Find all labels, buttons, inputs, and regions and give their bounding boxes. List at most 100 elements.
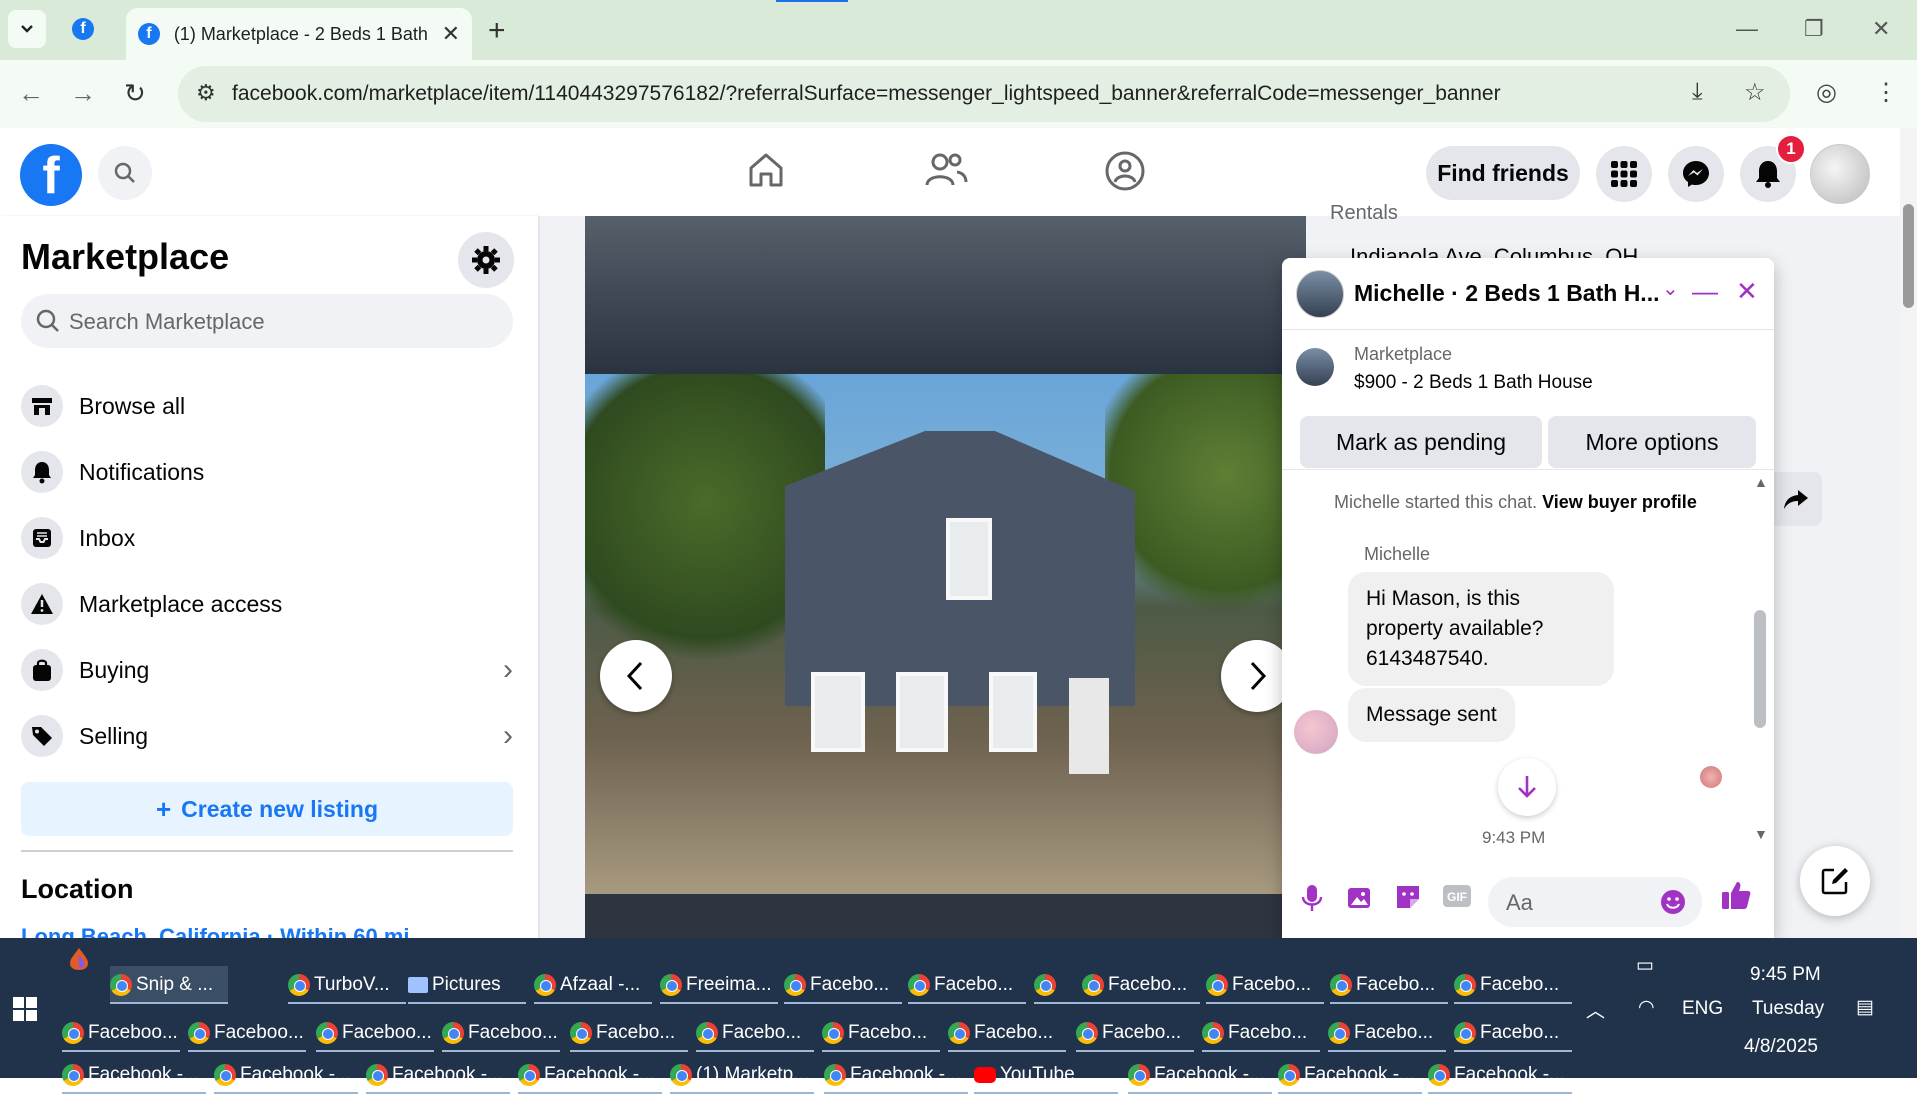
new-tab-button[interactable]: +: [488, 14, 506, 48]
sticker-icon[interactable]: [1394, 883, 1422, 911]
scroll-up-arrow[interactable]: ▲: [1754, 474, 1768, 490]
close-icon[interactable]: ✕: [442, 21, 460, 47]
taskbar-window-button[interactable]: Facebook -...: [366, 1056, 510, 1094]
reload-button[interactable]: ↻: [124, 78, 146, 109]
sidebar-item-browse-all[interactable]: Browse all: [21, 376, 513, 436]
taskbar-window-button[interactable]: Facebo...: [784, 966, 902, 1004]
home-icon[interactable]: [746, 150, 786, 190]
tab-active-marketplace[interactable]: f (1) Marketplace - 2 Beds 1 Bath ✕: [126, 8, 472, 60]
sidebar-item-buying[interactable]: Buying ›: [21, 640, 513, 700]
account-avatar[interactable]: [1810, 144, 1870, 204]
taskbar-window-button[interactable]: Snip & ...: [110, 966, 228, 1004]
omnibox[interactable]: ⚙ facebook.com/marketplace/item/11404432…: [178, 66, 1790, 122]
chat-title[interactable]: Michelle · 2 Beds 1 Bath H...: [1354, 280, 1659, 307]
location-link[interactable]: Long Beach, California · Within 60 mi: [21, 924, 410, 938]
more-options-button[interactable]: More options: [1548, 416, 1756, 468]
menu-grid-button[interactable]: [1596, 146, 1652, 202]
taskbar-window-button[interactable]: Facebook -...: [518, 1056, 662, 1094]
taskbar-window-button[interactable]: YouTube: [974, 1056, 1118, 1094]
taskbar-window-button[interactable]: Facebo...: [1330, 966, 1448, 1004]
taskbar-window-button[interactable]: Facebo...: [948, 1014, 1066, 1052]
taskbar-window-button[interactable]: Facebo...: [908, 966, 1026, 1004]
marketplace-settings-button[interactable]: [458, 232, 514, 288]
photo-icon[interactable]: [1346, 883, 1374, 911]
windows-start-button[interactable]: [12, 990, 38, 1028]
forward-button[interactable]: →: [70, 78, 96, 109]
taskbar-window-button[interactable]: Facebo...: [1454, 966, 1572, 1004]
facebook-search-button[interactable]: [98, 146, 152, 200]
taskbar-window-button[interactable]: Freeima...: [660, 966, 778, 1004]
share-button[interactable]: [1770, 472, 1822, 526]
pinned-tab-facebook[interactable]: f: [72, 18, 94, 40]
sidebar-item-marketplace-access[interactable]: Marketplace access: [21, 574, 513, 634]
taskbar-window-button[interactable]: Facebo...: [570, 1014, 688, 1052]
taskbar-window-button[interactable]: Facebook -...: [214, 1056, 358, 1094]
page-scrollbar-thumb[interactable]: [1903, 204, 1914, 308]
taskbar-window-button[interactable]: Facebo...: [1206, 966, 1324, 1004]
sender-avatar[interactable]: [1294, 710, 1338, 754]
find-friends-button[interactable]: Find friends: [1426, 146, 1580, 200]
marketplace-search-input[interactable]: Search Marketplace: [21, 294, 513, 348]
show-hidden-icons[interactable]: ︿: [1586, 996, 1605, 1023]
taskbar-window-button[interactable]: Pictures: [408, 966, 526, 1004]
emoji-icon[interactable]: [1660, 889, 1686, 915]
microphone-icon[interactable]: [1300, 883, 1324, 913]
taskbar-window-button[interactable]: Facebook -...: [1128, 1056, 1272, 1094]
site-info-icon[interactable]: ⚙: [196, 80, 216, 106]
taskbar-window-button[interactable]: Facebook -...: [62, 1056, 206, 1094]
chat-header[interactable]: Michelle · 2 Beds 1 Bath H... ⌄ — ✕: [1282, 258, 1774, 330]
install-app-icon[interactable]: ⤓: [1692, 78, 1703, 106]
close-chat-button[interactable]: ✕: [1736, 276, 1758, 307]
taskbar-window-button[interactable]: Facebo...: [1454, 1014, 1572, 1052]
chrome-menu-icon[interactable]: ⋮: [1874, 78, 1898, 107]
chat-scrollbar[interactable]: [1754, 610, 1766, 728]
scroll-to-bottom-button[interactable]: [1498, 758, 1556, 816]
thumbs-up-icon[interactable]: [1720, 879, 1752, 911]
previous-photo-button[interactable]: [600, 640, 672, 712]
scroll-down-arrow[interactable]: ▼: [1754, 826, 1768, 842]
back-button[interactable]: ←: [18, 78, 44, 109]
clock-time[interactable]: 9:45 PM: [1750, 964, 1821, 986]
bookmark-star-icon[interactable]: ☆: [1744, 78, 1766, 107]
taskbar-window-button[interactable]: Faceboo...: [316, 1014, 434, 1052]
view-buyer-profile-link[interactable]: View buyer profile: [1542, 492, 1697, 512]
taskbar-window-button[interactable]: Facebook -...: [824, 1056, 968, 1094]
mark-as-pending-button[interactable]: Mark as pending: [1300, 416, 1542, 468]
new-message-button[interactable]: [1800, 846, 1870, 916]
taskbar-window-button[interactable]: Afzaal -...: [534, 966, 652, 1004]
groups-icon[interactable]: [1104, 150, 1146, 192]
taskbar-window-button[interactable]: Faceboo...: [188, 1014, 306, 1052]
messenger-button[interactable]: [1668, 146, 1724, 202]
message-bubble[interactable]: Hi Mason, is this property available? 61…: [1348, 572, 1614, 686]
taskbar-window-button[interactable]: Facebo...: [1082, 966, 1200, 1004]
friends-icon[interactable]: [924, 150, 968, 190]
page-scrollbar[interactable]: [1900, 128, 1917, 938]
url-text[interactable]: facebook.com/marketplace/item/1140443297…: [232, 82, 1501, 106]
taskbar-window-button[interactable]: TurboV...: [288, 966, 406, 1004]
language-indicator[interactable]: ENG: [1682, 998, 1723, 1020]
chevron-down-icon[interactable]: ⌄: [1662, 276, 1679, 301]
window-close-icon[interactable]: ✕: [1872, 16, 1890, 42]
taskbar-window-button[interactable]: Faceboo...: [62, 1014, 180, 1052]
gif-icon[interactable]: GIF: [1442, 883, 1472, 909]
minimize-icon[interactable]: —: [1736, 16, 1758, 42]
taskbar-window-button[interactable]: Facebook -...: [1428, 1056, 1572, 1094]
taskbar-window-button[interactable]: Facebo...: [1202, 1014, 1320, 1052]
notification-center-icon[interactable]: ▤: [1856, 996, 1874, 1019]
clock-day[interactable]: Tuesday: [1752, 998, 1824, 1020]
tab-search-button[interactable]: [8, 10, 46, 48]
facebook-logo[interactable]: f: [20, 144, 82, 206]
message-bubble[interactable]: Message sent: [1348, 688, 1515, 742]
battery-icon[interactable]: ▭: [1636, 954, 1654, 977]
message-input[interactable]: Aa: [1488, 877, 1702, 927]
taskbar-app-icon[interactable]: [68, 940, 90, 978]
create-new-listing-button[interactable]: + Create new listing: [21, 782, 513, 836]
taskbar-window-button[interactable]: Facebo...: [1076, 1014, 1194, 1052]
taskbar-window-button[interactable]: Facebook -...: [1278, 1056, 1422, 1094]
taskbar-window-button[interactable]: Facebo...: [1328, 1014, 1446, 1052]
restore-icon[interactable]: ❐: [1804, 16, 1824, 42]
profile-icon[interactable]: ◎: [1816, 78, 1837, 107]
taskbar-window-button[interactable]: Facebo...: [822, 1014, 940, 1052]
taskbar-window-button[interactable]: Facebo...: [696, 1014, 814, 1052]
listing-title[interactable]: $900 - 2 Beds 1 Bath House: [1354, 372, 1593, 394]
